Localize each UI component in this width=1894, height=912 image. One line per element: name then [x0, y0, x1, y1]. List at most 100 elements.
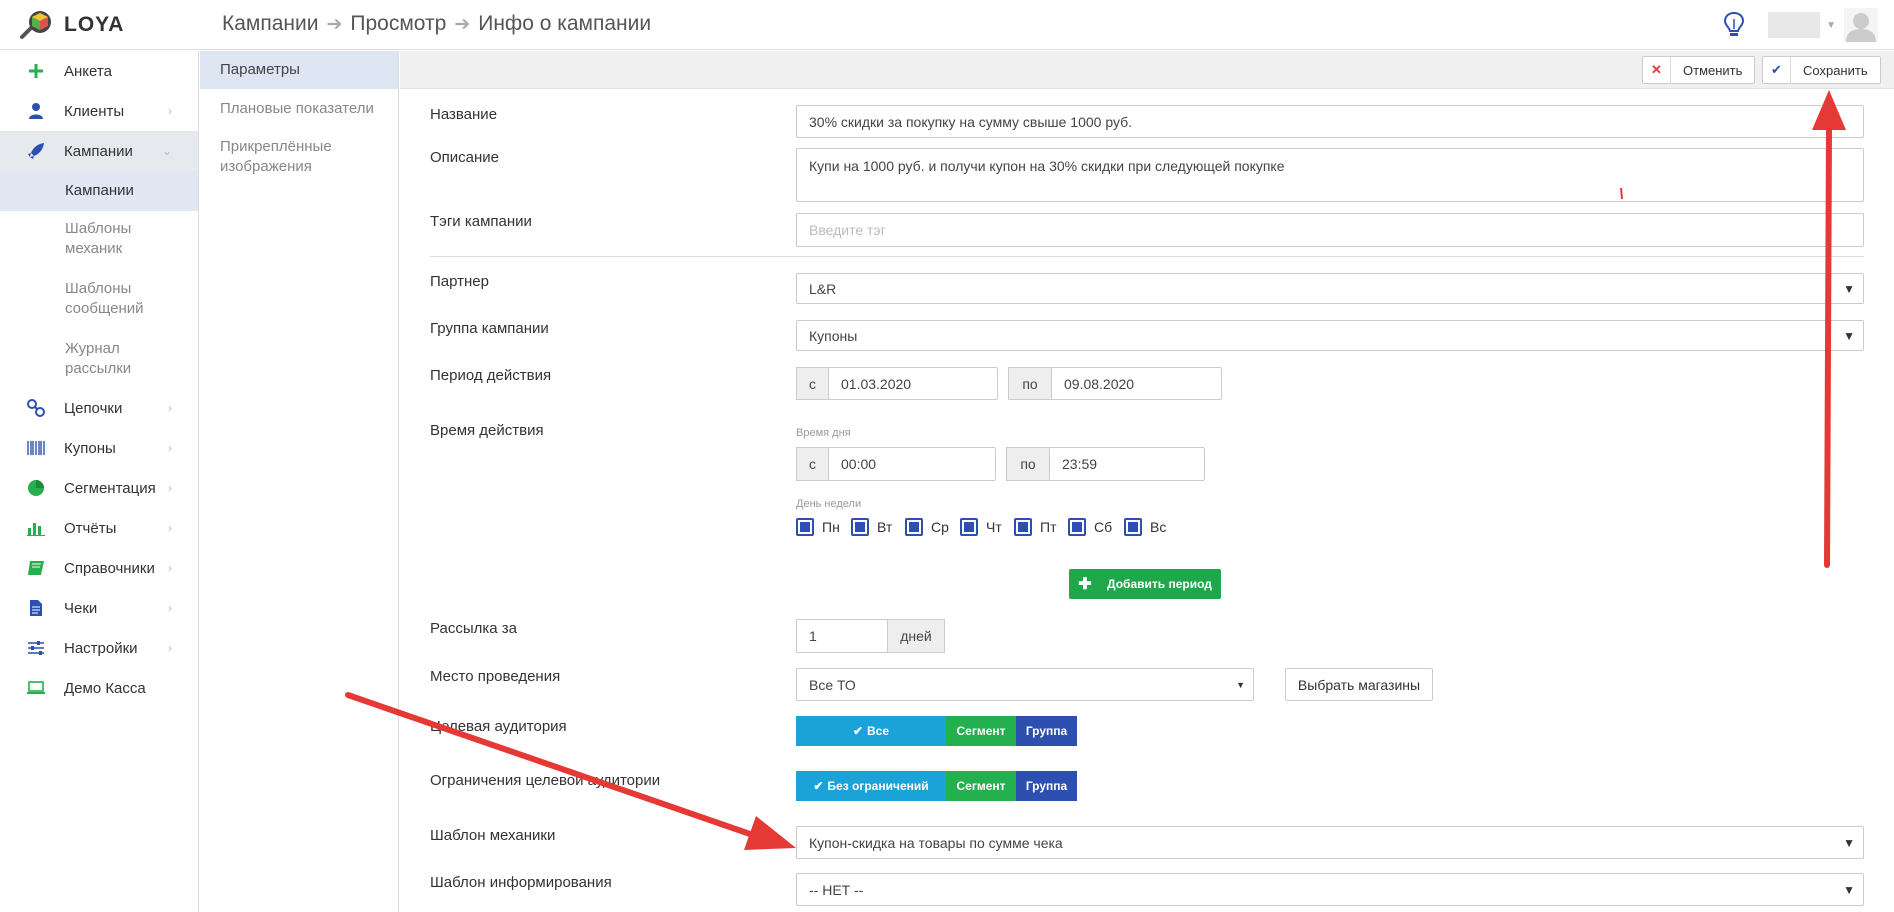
add-period-button[interactable]: ✚ Добавить период [1069, 569, 1221, 599]
sidebar-subitem-mechanic-templates[interactable]: Шаблоны механик [0, 219, 140, 259]
sidebar-subitem-label: Шаблоны механик [65, 220, 132, 257]
inform-template-select[interactable]: -- НЕТ -- ▼ [796, 873, 1864, 906]
tags-input[interactable]: Введите тэг [796, 213, 1864, 247]
sidebar-item-clients[interactable]: Клиенты › [0, 91, 198, 131]
day-mon[interactable]: Пн [796, 518, 840, 536]
barcode-icon [26, 438, 46, 458]
checkbox[interactable] [1014, 518, 1032, 536]
partner-label: Партнер [430, 273, 489, 290]
checkbox[interactable] [1124, 518, 1142, 536]
audience-option-group[interactable]: Группа [1016, 716, 1077, 746]
cancel-label: Отменить [1683, 62, 1743, 78]
inform-template-value: -- НЕТ -- [809, 881, 864, 898]
sidebar-item-anketa[interactable]: Анкета [0, 51, 198, 91]
day-wed[interactable]: Ср [905, 518, 949, 536]
section-nav: Параметры Плановые показатели Прикреплён… [200, 51, 399, 912]
chevron-down-icon[interactable]: ▼ [1826, 20, 1836, 31]
user-icon [26, 101, 46, 121]
sidebar-item-directories[interactable]: Справочники › [0, 548, 198, 588]
sidebar-item-label: Кампании [64, 142, 133, 160]
sidebar-item-demo-cash[interactable]: Демо Касса [0, 668, 198, 708]
logo-icon [20, 11, 51, 39]
mechanic-template-value: Купон-скидка на товары по сумме чека [809, 834, 1063, 851]
laptop-icon [26, 678, 46, 698]
place-select[interactable]: Все ТО ▼ [796, 668, 1254, 701]
save-button[interactable]: ✔ Сохранить [1762, 56, 1881, 84]
sidebar-item-chains[interactable]: Цепочки › [0, 388, 198, 428]
sidebar-item-reports[interactable]: Отчёты › [0, 508, 198, 548]
limits-option-group[interactable]: Группа [1016, 771, 1077, 801]
dropdown-arrow-icon: ▼ [1843, 328, 1855, 343]
campaign-group-select[interactable]: Купоны ▼ [796, 320, 1864, 351]
checkbox[interactable] [796, 518, 814, 536]
day-sat[interactable]: Сб [1068, 518, 1112, 536]
dropdown-arrow-icon: ▼ [1843, 882, 1855, 897]
checkbox[interactable] [1068, 518, 1086, 536]
checkbox[interactable] [905, 518, 923, 536]
name-field[interactable]: 30% скидки за покупку на сумму свыше 100… [796, 105, 1864, 138]
day-fri[interactable]: Пт [1014, 518, 1056, 536]
sidebar-item-receipts[interactable]: Чеки › [0, 588, 198, 628]
sidebar-item-segmentation[interactable]: Сегментация › [0, 468, 198, 508]
time-from-input[interactable]: 00:00 [828, 447, 996, 481]
sidebar-item-coupons[interactable]: Купоны › [0, 428, 198, 468]
mailing-label: Рассылка за [430, 620, 518, 637]
day-label: Чт [986, 519, 1002, 535]
chevron-right-icon: › [168, 521, 172, 535]
user-name-blurred[interactable] [1768, 12, 1821, 38]
sidebar-subitem-mailing-log[interactable]: Журнал рассылки [0, 339, 140, 379]
dropdown-arrow-icon: ▼ [1843, 281, 1855, 296]
sidebar-subitem-label: Шаблоны сообщений [65, 280, 144, 317]
sidebar-item-campaigns[interactable]: Кампании ⌄ [0, 131, 198, 171]
period-to-input[interactable]: 09.08.2020 [1051, 367, 1222, 400]
checkbox[interactable] [960, 518, 978, 536]
day-label: Сб [1094, 519, 1113, 535]
book-icon [26, 558, 46, 578]
sidebar-item-label: Клиенты [64, 102, 125, 120]
time-to-input[interactable]: 23:59 [1049, 447, 1205, 481]
section-nav-attached-images[interactable]: Прикреплённые изображения [200, 129, 340, 185]
day-sun[interactable]: Вс [1124, 518, 1166, 536]
sidebar-subitem-campaigns[interactable]: Кампании [0, 171, 198, 211]
breadcrumb-campaigns[interactable]: Кампании [222, 12, 318, 36]
breadcrumb-view[interactable]: Просмотр [350, 12, 446, 36]
limits-option-segment[interactable]: Сегмент [946, 771, 1016, 801]
add-period-label: Добавить период [1107, 577, 1212, 591]
partner-select[interactable]: L&R ▼ [796, 273, 1864, 304]
inform-template-label: Шаблон информирования [430, 874, 612, 891]
sidebar-subitem-message-templates[interactable]: Шаблоны сообщений [0, 279, 144, 319]
day-tue[interactable]: Вт [851, 518, 892, 536]
tags-label: Тэги кампании [430, 213, 532, 230]
audience-option-segment[interactable]: Сегмент [946, 716, 1016, 746]
lightbulb-icon[interactable] [1724, 11, 1745, 39]
description-label: Описание [430, 149, 500, 166]
limits-option-none[interactable]: ✔ Без ограничений [796, 771, 946, 801]
sidebar-item-label: Цепочки [64, 399, 123, 417]
section-nav-parameters[interactable]: Параметры [200, 51, 398, 89]
check-icon: ✔ [813, 779, 824, 793]
cancel-button[interactable]: ✕ Отменить [1642, 56, 1756, 84]
time-from-addon: с [796, 447, 829, 481]
mailing-days-input[interactable]: 1 [796, 619, 888, 653]
day-thu[interactable]: Чт [960, 518, 1002, 536]
mechanic-template-select[interactable]: Купон-скидка на товары по сумме чека ▼ [796, 826, 1864, 859]
sidebar-item-settings[interactable]: Настройки › [0, 628, 198, 668]
description-textarea[interactable]: Купи на 1000 руб. и получи купон на 30% … [796, 148, 1864, 202]
chevron-right-icon: › [168, 481, 172, 495]
logo[interactable]: LOYA [18, 9, 124, 41]
period-label: Период действия [430, 367, 552, 384]
period-from-input[interactable]: 01.03.2020 [828, 367, 998, 400]
divider [430, 256, 1864, 257]
breadcrumb-arrow-icon: ➔ [326, 13, 343, 35]
audience-limits-toggle: ✔ Без ограничений Сегмент Группа [796, 771, 1077, 801]
day-label: Вс [1150, 519, 1167, 535]
choose-shops-button[interactable]: Выбрать магазины [1285, 668, 1433, 701]
audience-label: Целевая аудитория [430, 718, 567, 735]
section-nav-plan-indicators[interactable]: Плановые показатели [200, 91, 398, 127]
time-to-addon: по [1006, 447, 1050, 481]
audience-option-all[interactable]: ✔ Все [796, 716, 946, 746]
avatar[interactable] [1844, 8, 1878, 42]
audience-limits-label: Ограничения целевой аудитории [430, 772, 661, 789]
checkbox[interactable] [851, 518, 869, 536]
sidebar-item-label: Купоны [64, 439, 116, 457]
